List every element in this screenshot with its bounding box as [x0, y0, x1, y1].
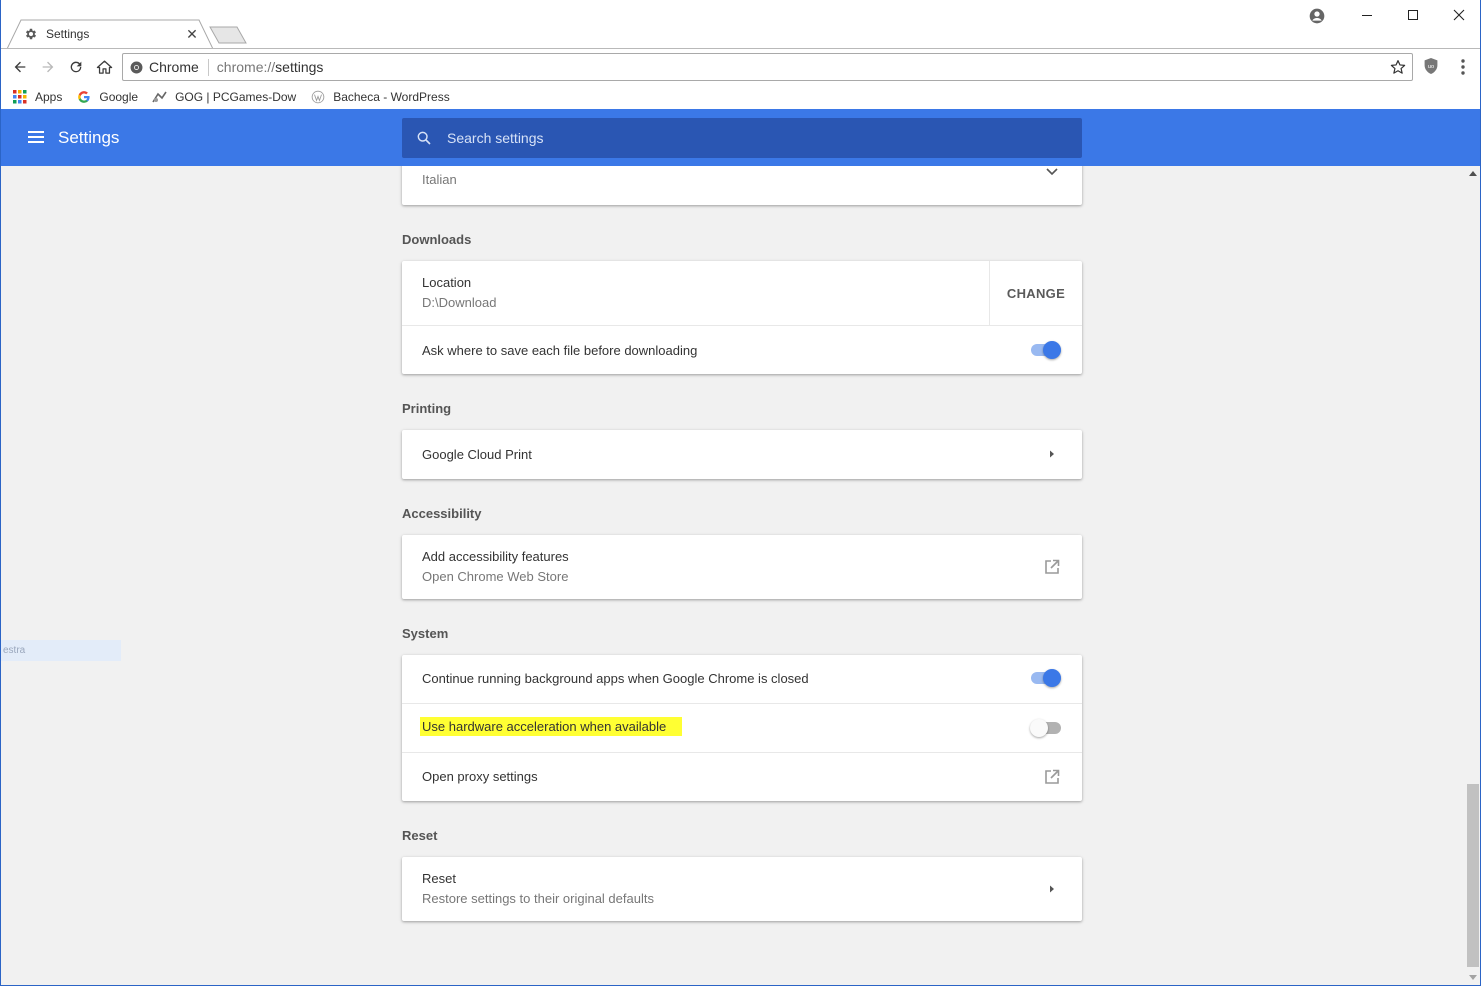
background-apps-label: Continue running background apps when Go… [422, 671, 809, 686]
google-cloud-print-label: Google Cloud Print [422, 447, 532, 462]
bookmark-label: GOG | PCGames-Dow [175, 90, 297, 104]
bookmark-apps[interactable]: Apps [12, 89, 62, 105]
page-title: Settings [58, 128, 120, 147]
arrow-right-icon [1050, 885, 1054, 893]
search-box[interactable] [402, 118, 1082, 158]
bookmark-star-icon[interactable] [1389, 58, 1407, 76]
maximize-icon[interactable] [1390, 0, 1436, 30]
toggle-knob [1030, 719, 1048, 737]
scroll-thumb[interactable] [1467, 784, 1479, 967]
home-icon[interactable] [92, 55, 116, 79]
bookmark-label: Apps [35, 90, 63, 104]
settings-content: estra Italian Downloads Location D:\Down… [1, 166, 1480, 985]
window-controls [1344, 0, 1480, 30]
printing-card: Google Cloud Print [402, 430, 1082, 479]
proxy-settings-row[interactable]: Open proxy settings [402, 752, 1082, 801]
google-cloud-print-row[interactable]: Google Cloud Print [402, 430, 1082, 479]
close-window-icon[interactable] [1436, 0, 1480, 30]
ublock-shield-icon[interactable]: uo [1421, 56, 1441, 76]
open-in-new-icon[interactable] [1043, 768, 1061, 786]
scroll-up-arrow-icon[interactable] [1469, 171, 1477, 176]
browser-toolbar: Chrome chrome://settings uo [1, 48, 1480, 85]
hamburger-menu-icon[interactable] [26, 128, 46, 146]
spellcheck-card: Italian [402, 166, 1082, 205]
new-tab-button[interactable] [209, 26, 247, 44]
bookmarks-bar: Apps Google GOG | PCGames-Dow Bacheca - … [1, 85, 1480, 109]
gog-icon [152, 89, 168, 105]
back-arrow-icon[interactable] [8, 55, 32, 79]
reset-sub: Restore settings to their original defau… [422, 891, 654, 906]
gear-icon [23, 26, 39, 42]
wordpress-icon [310, 89, 326, 105]
settings-app-bar: Settings [1, 109, 1480, 166]
spellcheck-value: Italian [422, 172, 457, 187]
section-title-system: System [402, 626, 449, 641]
minimize-icon[interactable] [1344, 0, 1390, 30]
location-value: D:\Download [422, 295, 497, 310]
section-title-downloads: Downloads [402, 232, 472, 247]
kebab-menu-icon[interactable] [1453, 56, 1473, 78]
apps-grid-icon [12, 89, 28, 105]
tab-settings[interactable]: Settings ✕ [23, 24, 199, 44]
search-input[interactable] [447, 130, 1047, 146]
add-accessibility-label: Add accessibility features [422, 549, 569, 564]
address-separator [207, 58, 209, 76]
open-in-new-icon[interactable] [1043, 558, 1061, 576]
sidebar-ghost-item: estra [1, 640, 121, 661]
bookmark-wordpress[interactable]: Bacheca - WordPress [310, 89, 450, 105]
section-title-printing: Printing [402, 401, 452, 416]
chrome-logo-icon [130, 61, 143, 74]
browser-window: Settings ✕ Chrome chrome://settings uo A… [0, 0, 1481, 986]
change-location-button[interactable]: CHANGE [989, 261, 1082, 325]
tab-strip: Settings ✕ [1, 0, 1480, 49]
url-scheme: chrome:// [216, 59, 276, 75]
hardware-acceleration-label: Use hardware acceleration when available [420, 717, 683, 736]
profile-icon[interactable] [1306, 5, 1328, 27]
google-g-icon [76, 89, 92, 105]
download-location-row: Location D:\Download CHANGE [402, 261, 1082, 326]
tab-close-icon[interactable]: ✕ [185, 27, 199, 41]
address-bar[interactable]: Chrome chrome://settings [122, 53, 1413, 81]
ask-where-save-row[interactable]: Ask where to save each file before downl… [402, 325, 1082, 374]
ask-where-save-label: Ask where to save each file before downl… [422, 343, 698, 358]
bookmark-gog[interactable]: GOG | PCGames-Dow [152, 89, 296, 105]
reload-icon[interactable] [64, 55, 88, 79]
section-title-reset: Reset [402, 828, 438, 843]
reset-label: Reset [422, 871, 456, 886]
spellcheck-row[interactable]: Italian [402, 166, 1082, 205]
tab-title: Settings [46, 27, 90, 41]
url-text: chrome://settings [217, 59, 324, 75]
proxy-settings-label: Open proxy settings [422, 769, 538, 784]
background-apps-toggle[interactable] [1031, 669, 1061, 687]
toggle-knob [1043, 669, 1061, 687]
system-card: Continue running background apps when Go… [402, 655, 1082, 801]
bookmark-label: Bacheca - WordPress [333, 90, 450, 104]
bookmark-label: Google [99, 90, 139, 104]
accessibility-card: Add accessibility features Open Chrome W… [402, 535, 1082, 599]
url-path: settings [275, 59, 324, 75]
downloads-card: Location D:\Download CHANGE Ask where to… [402, 261, 1082, 374]
bookmark-google[interactable]: Google [76, 89, 138, 105]
highlight-mark: Use hardware acceleration when available [420, 717, 683, 736]
scroll-down-arrow-icon[interactable] [1469, 975, 1477, 980]
add-accessibility-sub: Open Chrome Web Store [422, 569, 569, 584]
chrome-page-indicator[interactable]: Chrome [130, 59, 199, 75]
forward-arrow-icon[interactable] [36, 55, 60, 79]
location-label: Location [422, 275, 472, 290]
chrome-label: Chrome [149, 59, 199, 75]
search-icon [415, 129, 433, 147]
ask-where-save-toggle[interactable] [1031, 341, 1061, 359]
vertical-scrollbar[interactable] [1465, 166, 1480, 985]
svg-text:uo: uo [1428, 64, 1434, 70]
background-apps-row[interactable]: Continue running background apps when Go… [402, 655, 1082, 704]
reset-card: Reset Restore settings to their original… [402, 857, 1082, 921]
chevron-down-icon[interactable] [1046, 168, 1058, 176]
reset-row[interactable]: Reset Restore settings to their original… [402, 857, 1082, 921]
section-title-accessibility: Accessibility [402, 506, 482, 521]
arrow-right-icon [1050, 450, 1054, 458]
hardware-acceleration-toggle[interactable] [1030, 719, 1061, 737]
hardware-acceleration-row[interactable]: Use hardware acceleration when available [402, 703, 1082, 752]
toggle-knob [1043, 341, 1061, 359]
add-accessibility-row[interactable]: Add accessibility features Open Chrome W… [402, 535, 1082, 599]
